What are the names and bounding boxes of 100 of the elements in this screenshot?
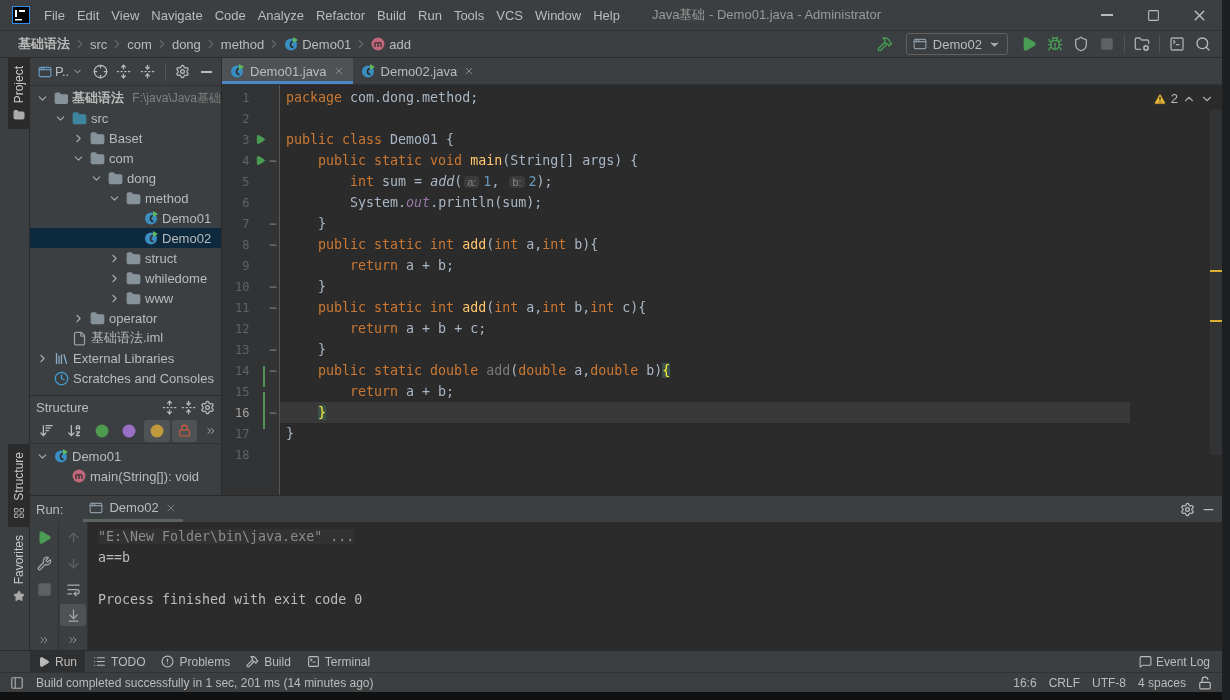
editor-tab[interactable]: Demo01.java xyxy=(222,58,353,84)
settings-icon[interactable] xyxy=(200,399,215,415)
tree-label: main(String[]): void xyxy=(90,468,200,484)
tree-row[interactable]: dong xyxy=(30,168,221,188)
tree-row[interactable]: External Libraries xyxy=(30,348,221,368)
run-config-dropdown[interactable]: Demo02 xyxy=(905,33,1008,55)
menu-item[interactable]: VCS xyxy=(490,7,529,23)
tool-window-tab[interactable]: Problems xyxy=(153,650,239,673)
window-title: Java基础 - Demo01.java - Administrator xyxy=(651,6,881,24)
menu-item[interactable]: Code xyxy=(208,7,252,23)
menu-item[interactable]: Navigate xyxy=(145,7,209,23)
breadcrumb[interactable]: dong xyxy=(171,36,201,52)
method-icon xyxy=(72,469,86,483)
tree-row[interactable]: www xyxy=(30,288,221,308)
tree-row[interactable]: struct xyxy=(30,248,221,268)
warning-icon[interactable] xyxy=(1152,91,1167,106)
code-line: return a + b; xyxy=(349,257,456,275)
tree-row[interactable]: Demo02 xyxy=(30,228,221,248)
view-dropdown[interactable]: P.. xyxy=(34,64,88,79)
breadcrumb[interactable]: add xyxy=(371,36,412,52)
tree-row[interactable]: operator xyxy=(30,308,221,328)
console-output: Process finished with exit code 0 xyxy=(98,592,363,607)
menu-item[interactable]: Build xyxy=(371,7,412,23)
settings-icon[interactable] xyxy=(1180,501,1195,517)
breadcrumb[interactable]: com xyxy=(127,36,152,52)
search-icon xyxy=(1195,36,1211,52)
minimize-icon xyxy=(1101,14,1113,16)
tree-row[interactable]: com xyxy=(30,148,221,168)
menu-item[interactable]: Tools xyxy=(447,7,491,23)
tree-label: method xyxy=(145,190,189,206)
warning-count[interactable]: 2 xyxy=(1170,91,1178,106)
play-icon xyxy=(1021,36,1037,52)
collapse-all-icon[interactable] xyxy=(181,399,196,415)
window-icon xyxy=(912,37,927,51)
tree-row[interactable]: 基础语法 F:\java\Java基础 xyxy=(30,88,221,108)
editor-tab[interactable]: Demo02.java xyxy=(352,58,484,84)
breadcrumb[interactable]: method xyxy=(220,36,265,52)
menu-item[interactable]: Window xyxy=(528,7,588,23)
code-line: } xyxy=(317,278,328,296)
menu-item[interactable]: Help xyxy=(587,7,626,23)
side-tab[interactable]: Structure xyxy=(8,443,30,527)
collapse-icon xyxy=(140,64,156,79)
status-item[interactable]: UTF-8 xyxy=(1091,675,1126,690)
more-icon[interactable] xyxy=(67,634,79,646)
breadcrumb[interactable]: 基础语法 xyxy=(18,35,70,53)
maximize-icon xyxy=(1146,8,1160,22)
wrap-icon xyxy=(65,581,81,597)
shield-icon xyxy=(1073,36,1089,52)
tree-label: Demo01 xyxy=(162,210,212,226)
scroll-to-end-button[interactable] xyxy=(60,604,86,626)
tree-row[interactable]: whiledome xyxy=(30,268,221,288)
run-icon[interactable] xyxy=(254,134,266,145)
menu-item[interactable]: Edit xyxy=(70,7,106,23)
lock-icon[interactable] xyxy=(1198,675,1212,690)
arrow-down-icon xyxy=(65,555,81,571)
status-item[interactable]: 4 spaces xyxy=(1137,675,1186,690)
status-item[interactable]: 16:6 xyxy=(1013,675,1037,690)
console-command: "E:\New Folder\bin\java.exe" ... xyxy=(98,529,355,544)
menu-item[interactable]: View xyxy=(105,7,146,23)
code-line: } xyxy=(317,341,328,359)
tree-row[interactable]: 基础语法.iml xyxy=(30,328,221,348)
layout-icon[interactable] xyxy=(10,675,24,690)
code-line: public static void main(String[] args) { xyxy=(317,152,640,170)
tree-row[interactable]: Demo01 xyxy=(30,446,221,466)
menu-item[interactable]: Refactor xyxy=(309,7,372,23)
tree-row[interactable]: Baset xyxy=(30,128,221,148)
code-line: return a + b + c; xyxy=(349,320,488,338)
run-icon[interactable] xyxy=(254,155,266,166)
side-tab[interactable]: Favorites xyxy=(8,526,30,610)
app-logo-icon xyxy=(12,6,30,24)
tree-row[interactable]: Scratches and Consoles xyxy=(30,368,221,388)
tool-window-tab[interactable]: Terminal xyxy=(298,650,379,673)
tree-row[interactable]: main(String[]): void xyxy=(30,466,221,486)
menu-item[interactable]: File xyxy=(38,7,71,23)
package-folder-icon xyxy=(90,150,105,166)
expand-all-icon[interactable] xyxy=(162,399,177,415)
tool-window-tab[interactable]: Build xyxy=(238,650,299,673)
terminal-icon xyxy=(306,655,320,668)
minus-icon xyxy=(200,70,212,73)
show-fields-button[interactable] xyxy=(144,419,170,442)
alert-icon xyxy=(161,655,175,668)
tree-label: Baset xyxy=(109,130,143,146)
play-icon xyxy=(38,655,50,668)
breadcrumb[interactable]: Demo01 xyxy=(284,36,352,52)
tree-row[interactable]: src xyxy=(30,108,221,128)
menu-item[interactable]: Run xyxy=(412,7,448,23)
status-item[interactable]: CRLF xyxy=(1048,675,1080,690)
class-icon xyxy=(54,449,68,463)
package-folder-icon xyxy=(126,270,141,286)
event-log-button[interactable]: Event Log xyxy=(1138,654,1222,669)
tree-row[interactable]: Demo01 xyxy=(30,208,221,228)
tool-window-tab[interactable]: TODO xyxy=(85,650,154,673)
show-non-public-button[interactable] xyxy=(171,419,198,442)
tree-row[interactable]: method xyxy=(30,188,221,208)
more-icon[interactable] xyxy=(38,634,50,646)
side-tab[interactable]: Project xyxy=(8,58,30,130)
menu-item[interactable]: Analyze xyxy=(251,7,310,23)
breadcrumb[interactable]: src xyxy=(90,36,108,52)
tool-window-tab[interactable]: Run xyxy=(30,650,85,673)
grid-icon xyxy=(13,506,25,519)
